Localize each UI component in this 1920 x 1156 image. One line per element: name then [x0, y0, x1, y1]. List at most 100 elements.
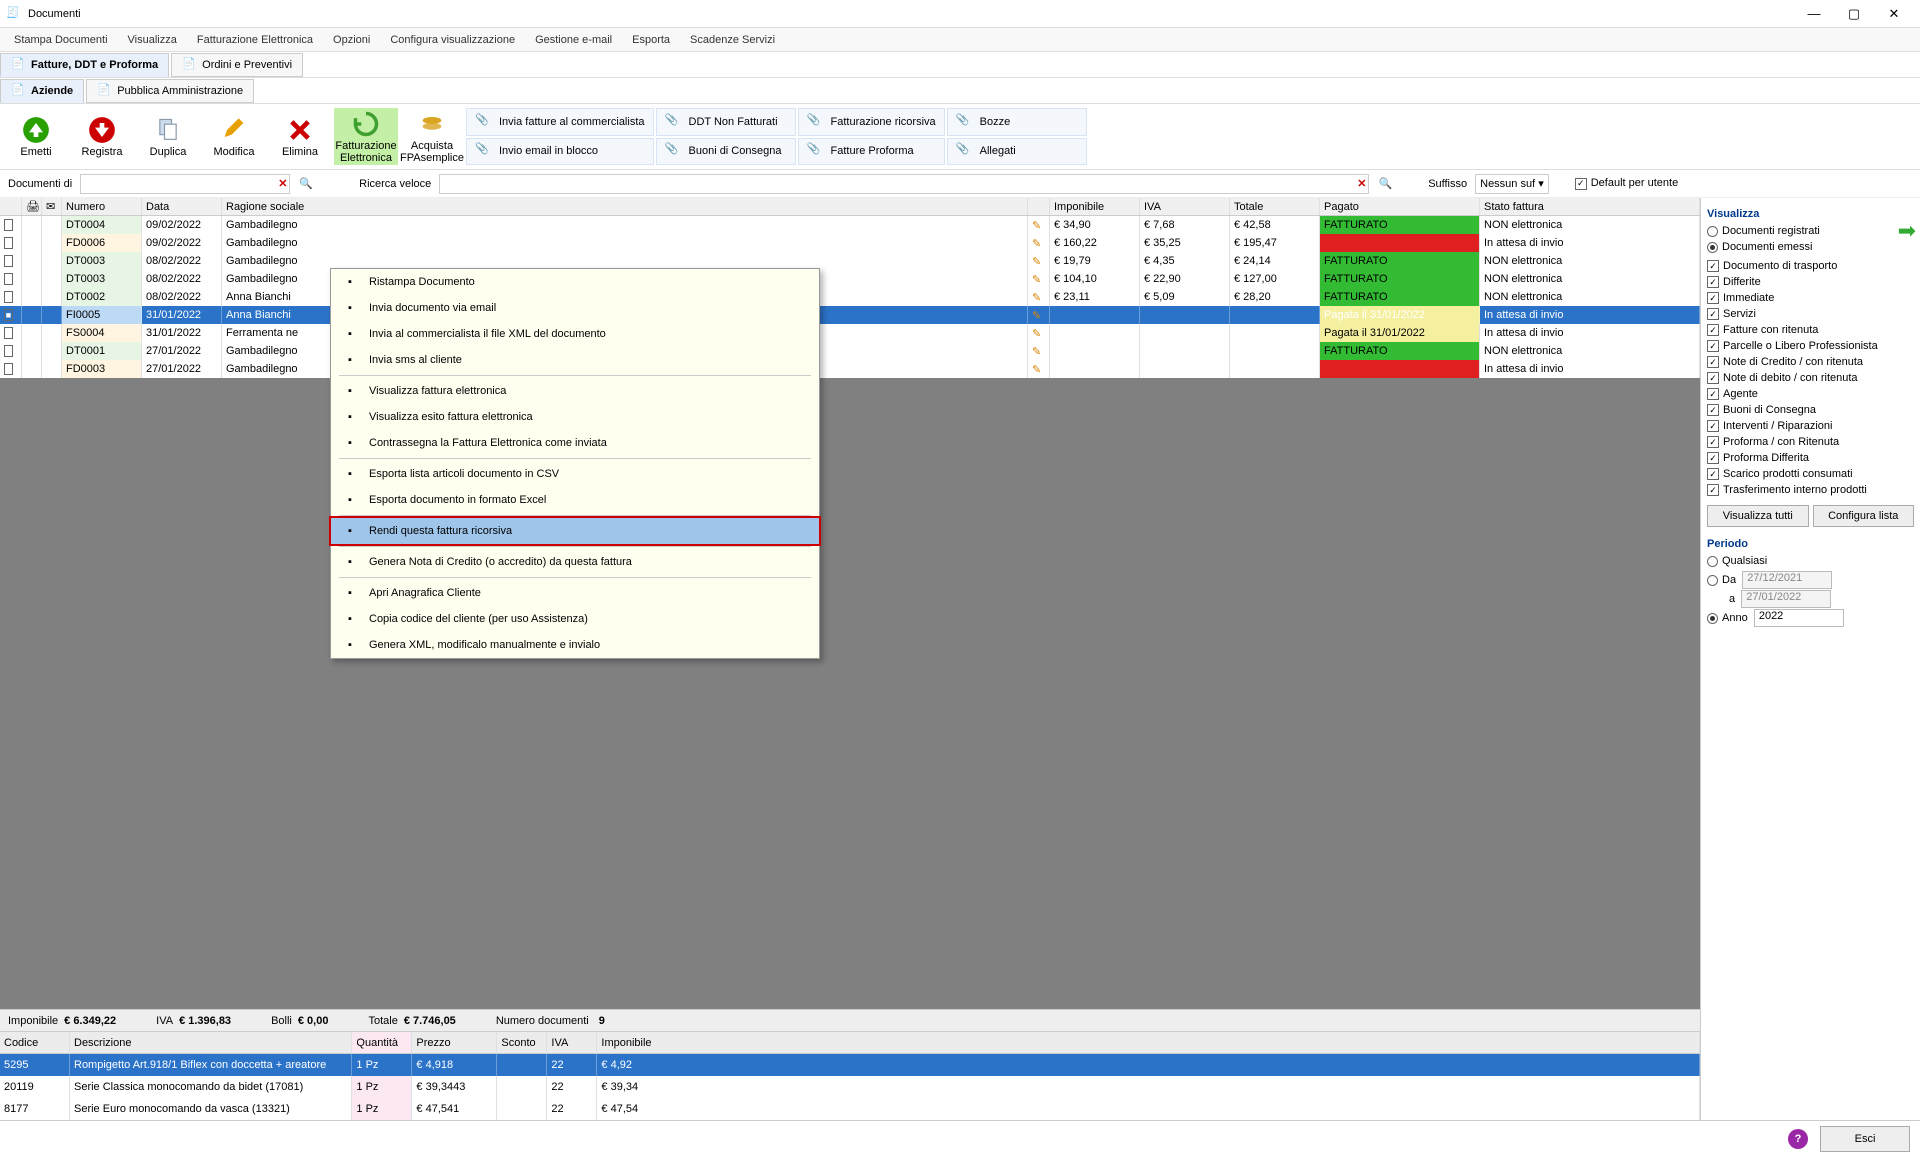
- filter-check-0[interactable]: ✓Documento di trasporto: [1707, 258, 1914, 274]
- anno-select[interactable]: 2022: [1754, 609, 1844, 627]
- esci-button[interactable]: Esci: [1820, 1126, 1910, 1152]
- dcol-quantità[interactable]: Quantità: [352, 1032, 412, 1053]
- row-checkbox[interactable]: [4, 255, 13, 267]
- col-Imponibile[interactable]: Imponibile: [1050, 198, 1140, 215]
- tab-pa[interactable]: 📄Pubblica Amministrazione: [86, 79, 254, 103]
- ctx-rendi-questa-fattura-ricorsiva[interactable]: ▪Rendi questa fattura ricorsiva: [331, 518, 819, 544]
- visualizza-radio-0[interactable]: Documenti registrati: [1707, 223, 1914, 239]
- filter-check-13[interactable]: ✓Scarico prodotti consumati: [1707, 466, 1914, 482]
- clear-ricerca-icon[interactable]: ✕: [1357, 177, 1366, 190]
- periodo-qualsiasi-radio[interactable]: Qualsiasi: [1707, 553, 1914, 569]
- allegati-button[interactable]: 📎Allegati: [947, 138, 1087, 166]
- menu-scadenze-servizi[interactable]: Scadenze Servizi: [680, 34, 785, 46]
- invemail-button[interactable]: 📎Invio email in blocco: [466, 138, 654, 166]
- ctx-esporta-lista-articoli-documen[interactable]: ▪Esporta lista articoli documento in CSV: [331, 461, 819, 487]
- filter-check-14[interactable]: ✓Trasferimento interno prodotti: [1707, 482, 1914, 498]
- row-checkbox[interactable]: [4, 291, 13, 303]
- ctx-copia-codice-del-cliente-per-u[interactable]: ▪Copia codice del cliente (per uso Assis…: [331, 606, 819, 632]
- close-button[interactable]: ✕: [1874, 3, 1914, 25]
- filter-check-9[interactable]: ✓Buoni di Consegna: [1707, 402, 1914, 418]
- menu-fatturazione-elettronica[interactable]: Fatturazione Elettronica: [187, 34, 323, 46]
- menu-esporta[interactable]: Esporta: [622, 34, 680, 46]
- filter-check-3[interactable]: ✓Servizi: [1707, 306, 1914, 322]
- row-checkbox[interactable]: [4, 363, 13, 375]
- menu-opzioni[interactable]: Opzioni: [323, 34, 380, 46]
- filter-check-4[interactable]: ✓Fatture con ritenuta: [1707, 322, 1914, 338]
- visualizza-tutti-button[interactable]: Visualizza tutti: [1707, 505, 1809, 527]
- elimina-button[interactable]: Elimina: [268, 108, 332, 165]
- table-row[interactable]: DT000208/02/2022Anna Bianchi✎€ 23,11€ 5,…: [0, 288, 1700, 306]
- dcol-prezzo[interactable]: Prezzo: [412, 1032, 497, 1053]
- dcol-imponibile[interactable]: Imponibile: [597, 1032, 1700, 1053]
- edit-row-icon[interactable]: ✎: [1032, 291, 1041, 304]
- col-1[interactable]: 🖨: [22, 198, 42, 215]
- col-Numero[interactable]: Numero: [62, 198, 142, 215]
- ctx-genera-xml-modificalo-manualme[interactable]: ▪Genera XML, modificalo manualmente e in…: [331, 632, 819, 658]
- dcol-iva[interactable]: IVA: [547, 1032, 597, 1053]
- dcol-sconto[interactable]: Sconto: [497, 1032, 547, 1053]
- edit-row-icon[interactable]: ✎: [1032, 219, 1041, 232]
- ctx-visualizza-esito-fattura-elett[interactable]: ▪Visualizza esito fattura elettronica: [331, 404, 819, 430]
- suffisso-select[interactable]: Nessun suf ▾: [1475, 174, 1549, 194]
- row-checkbox[interactable]: [4, 219, 13, 231]
- row-checkbox[interactable]: ■: [4, 309, 13, 321]
- visualizza-radio-1[interactable]: Documenti emessi: [1707, 239, 1914, 255]
- ctx-invia-documento-via-email[interactable]: ▪Invia documento via email: [331, 295, 819, 321]
- col-IVA[interactable]: IVA: [1140, 198, 1230, 215]
- invfatcomm-button[interactable]: 📎Invia fatture al commercialista: [466, 108, 654, 136]
- table-row[interactable]: FD000609/02/2022Gambadilegno✎€ 160,22€ 3…: [0, 234, 1700, 252]
- configura-lista-button[interactable]: Configura lista: [1813, 505, 1915, 527]
- buonicons-button[interactable]: 📎Buoni di Consegna: [656, 138, 796, 166]
- modifica-button[interactable]: Modifica: [202, 108, 266, 165]
- edit-row-icon[interactable]: ✎: [1032, 237, 1041, 250]
- dcol-codice[interactable]: Codice: [0, 1032, 70, 1053]
- ctx-ristampa-documento[interactable]: ▪Ristampa Documento: [331, 269, 819, 295]
- col-Totale[interactable]: Totale: [1230, 198, 1320, 215]
- filter-check-10[interactable]: ✓Interventi / Riparazioni: [1707, 418, 1914, 434]
- periodo-anno-radio[interactable]: Anno 2022: [1707, 610, 1914, 626]
- dcol-descrizione[interactable]: Descrizione: [70, 1032, 352, 1053]
- help-icon[interactable]: ?: [1788, 1129, 1808, 1149]
- col-Pagato[interactable]: Pagato: [1320, 198, 1480, 215]
- edit-row-icon[interactable]: ✎: [1032, 363, 1041, 376]
- maximize-button[interactable]: ▢: [1834, 3, 1874, 25]
- tab-fatture[interactable]: 📄Fatture, DDT e Proforma: [0, 53, 169, 77]
- search-ricerca-icon[interactable]: 🔍: [1378, 177, 1392, 190]
- detail-row[interactable]: 8177Serie Euro monocomando da vasca (133…: [0, 1098, 1700, 1120]
- date-to-input[interactable]: 27/01/2022: [1741, 590, 1831, 608]
- default-utente-checkbox[interactable]: ✓Default per utente: [1575, 177, 1678, 190]
- ctx-apri-anagrafica-cliente[interactable]: ▪Apri Anagrafica Cliente: [331, 580, 819, 606]
- edit-row-icon[interactable]: ✎: [1032, 255, 1041, 268]
- table-row[interactable]: DT000308/02/2022Gambadilegno✎€ 104,10€ 2…: [0, 270, 1700, 288]
- ctx-esporta-documento-in-formato-e[interactable]: ▪Esporta documento in formato Excel: [331, 487, 819, 513]
- clear-documenti-icon[interactable]: ✕: [278, 177, 287, 190]
- table-row[interactable]: DT000409/02/2022Gambadilegno✎€ 34,90€ 7,…: [0, 216, 1700, 234]
- fattel-button[interactable]: Fatturazione Elettronica: [334, 108, 398, 165]
- menu-configura-visualizzazione[interactable]: Configura visualizzazione: [380, 34, 525, 46]
- row-checkbox[interactable]: [4, 237, 13, 249]
- table-row[interactable]: DT000127/01/2022Gambadilegno✎FATTURATONO…: [0, 342, 1700, 360]
- documenti-di-input[interactable]: [80, 174, 290, 194]
- row-checkbox[interactable]: [4, 327, 13, 339]
- filter-check-2[interactable]: ✓Immediate: [1707, 290, 1914, 306]
- table-row[interactable]: FD000327/01/2022Gambadilegno✎In attesa d…: [0, 360, 1700, 378]
- filter-check-8[interactable]: ✓Agente: [1707, 386, 1914, 402]
- col-2[interactable]: ✉: [42, 198, 62, 215]
- ricerca-veloce-input[interactable]: [439, 174, 1369, 194]
- menu-visualizza[interactable]: Visualizza: [118, 34, 187, 46]
- filter-check-11[interactable]: ✓Proforma / con Ritenuta: [1707, 434, 1914, 450]
- detail-row[interactable]: 5295Rompigetto Art.918/1 Biflex con docc…: [0, 1054, 1700, 1076]
- filter-check-1[interactable]: ✓Differite: [1707, 274, 1914, 290]
- minimize-button[interactable]: —: [1794, 3, 1834, 25]
- row-checkbox[interactable]: [4, 273, 13, 285]
- filter-check-12[interactable]: ✓Proforma Differita: [1707, 450, 1914, 466]
- fattric-button[interactable]: 📎Fatturazione ricorsiva: [798, 108, 945, 136]
- menu-gestione-e-mail[interactable]: Gestione e-mail: [525, 34, 622, 46]
- row-checkbox[interactable]: [4, 345, 13, 357]
- table-row[interactable]: FS000431/01/2022Ferramenta ne✎Pagata il …: [0, 324, 1700, 342]
- registra-button[interactable]: Registra: [70, 108, 134, 165]
- search-documenti-icon[interactable]: 🔍: [299, 177, 313, 190]
- emetti-button[interactable]: Emetti: [4, 108, 68, 165]
- filter-check-7[interactable]: ✓Note di debito / con ritenuta: [1707, 370, 1914, 386]
- edit-row-icon[interactable]: ✎: [1032, 345, 1041, 358]
